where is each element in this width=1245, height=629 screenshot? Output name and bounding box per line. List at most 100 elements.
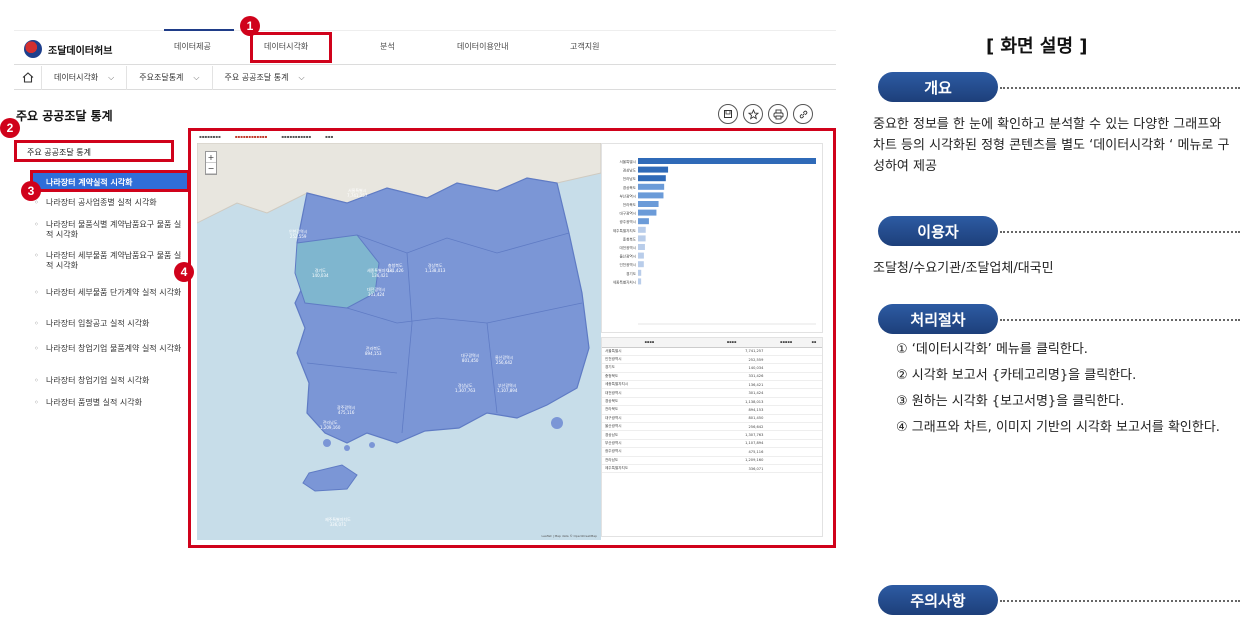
bar[interactable] [638,235,646,242]
section-pill-caution: 주의사항 [878,585,998,615]
breadcrumb-item-public-stats[interactable]: 주요 공공조달 통계 ⌵ [213,66,317,90]
bar-category-label: 경기도 [626,271,637,276]
bar[interactable] [638,252,644,259]
table-row: 광주광역시 475,116 [602,447,822,457]
table-cell [766,355,807,365]
bar[interactable] [638,261,644,268]
bar[interactable] [638,175,666,182]
bar[interactable] [638,183,665,190]
bar-category-label: 전라북도 [623,202,637,207]
bar[interactable] [638,158,816,164]
korea-map-shape [197,143,601,540]
step-marker-1: 1 [240,16,260,36]
bar-chart-panel: 서울특별시 경상남도 전라남도 경상북도 부산광역시 전라북도 대구광역시 광주광역시 제주특별… [601,143,823,333]
bookmark-icon[interactable] [718,104,738,124]
table-cell [766,422,807,432]
nav-accent-line [164,29,234,31]
link-icon[interactable] [793,104,813,124]
report-tab[interactable]: ▪▪▪▪▪▪▪▪ [199,134,221,139]
breadcrumb-item-major-stats[interactable]: 주요조달통계 ⌵ [127,65,213,90]
overview-text: 중요한 정보를 한 눈에 확인하고 분석할 수 있는 다양한 그래프와 차트 등… [873,117,1230,174]
sidebar-header[interactable]: 주요 공공조달 통계 [14,140,174,162]
chevron-down-icon: ⌵ [298,72,305,82]
bar[interactable] [638,218,649,225]
table-cell: 801,450 [697,414,767,424]
table-cell: 7,741,257 [697,347,767,356]
table-cell: 울산광역시 [602,422,697,432]
nav-item-data-provision[interactable]: 데이터제공 [174,41,211,52]
description-panel: [ 화면 설명 ] 개요 중요한 정보를 한 눈에 확인하고 분석할 수 있는 … [860,0,1245,629]
breadcrumb-item-visualization[interactable]: 데이터시각화 ⌵ [42,65,128,90]
bar-category-label: 인천광역시 [619,262,636,267]
table-cell: 대구광역시 [602,414,697,424]
bar[interactable] [638,278,642,285]
sidebar-item-startup[interactable]: 나라장터 창업기업 실적 시각화 [32,376,149,386]
print-icon[interactable] [768,104,788,124]
table-cell: 전라북도 [602,405,697,415]
data-table-panel: ▪▪▪▪ ▪▪▪▪ ▪▪▪▪▪ ▪▪ 서울특별시 7,741,257 인천광역시 25… [601,337,823,537]
report-tab[interactable]: ▪▪▪▪▪▪▪▪▪▪▪ [281,134,311,139]
map-region-label: 대전광역시 301,424 [367,287,386,297]
table-cell [766,414,807,424]
bar[interactable] [638,269,642,276]
sidebar-item-active[interactable]: 나라장터 계약실적 시각화 [30,170,190,192]
table-cell [766,447,807,457]
table-cell [806,397,822,407]
table-cell: 1,307,763 [697,430,767,440]
home-icon[interactable] [14,65,42,90]
procedure-step: ① ‘데이터시각화’ 메뉴를 클릭한다. [896,342,1088,357]
sidebar-item-unit-price-contract[interactable]: 나라장터 세부물품 단가계약 실적 시각화 [32,288,181,298]
step-marker-2: 2 [0,118,20,138]
map-region-label: 경상북도 1,138,013 [425,263,446,273]
map-attribution: Leaflet | Map data © OpenStreetMap [541,534,597,538]
map-region-label: 제주특별자치도 336,071 [325,517,351,527]
section-pill-procedure: 처리절차 [878,304,998,334]
region-map[interactable]: + − 서울특별시 7,741,257 인천광역시 252,559 경기도 140,034… [197,143,601,540]
nav-item-usage-guide[interactable]: 데이터이용안내 [457,41,509,52]
table-cell [766,380,807,390]
page-tools [718,104,813,124]
sidebar-item-item-name[interactable]: 나라장터 품명별 실적 시각화 [32,398,142,408]
zoom-out-button[interactable]: − [206,163,216,174]
report-tab[interactable]: ▪▪▪▪▪▪▪▪▪▪▪▪ [235,134,268,139]
bar-category-label: 경상북도 [623,185,637,190]
table-cell [766,430,807,440]
procedure-step: ④ 그래프와 차트, 이미지 기반의 시각화 보고서를 확인한다. [896,420,1220,435]
step-marker-3: 3 [21,181,41,201]
table-row: 제주특별자치도 336,071 [602,464,822,474]
table-cell [806,405,822,415]
procedure-step: ② 시각화 보고서 {카테고리명}을 클릭한다. [896,368,1137,383]
bar[interactable] [638,244,645,250]
bar[interactable] [638,192,664,199]
bar[interactable] [638,226,646,233]
chevron-down-icon: ⌵ [193,72,200,82]
bar[interactable] [638,166,669,173]
site-logo[interactable]: 조달데이터허브 [24,40,112,58]
sidebar-item-bid-notice[interactable]: 나라장터 입찰공고 실적 시각화 [32,319,149,329]
sidebar-item-startup-goods[interactable]: 나라장터 창업기업 물품계약 실적 시각화 [32,344,181,354]
logo-emblem-icon [24,40,42,58]
table-cell: 서울특별시 [602,347,697,356]
table-cell: 충청북도 [602,372,697,382]
bar[interactable] [638,201,659,207]
nav-item-analysis[interactable]: 분석 [380,41,395,52]
bar[interactable] [638,209,657,216]
table-header-cell: ▪▪ [806,338,822,348]
sidebar-item-construction[interactable]: 나라장터 공사업종별 실적 시각화 [32,198,157,208]
zoom-in-button[interactable]: + [206,152,216,163]
report-tab[interactable]: ▪▪▪ [325,134,333,139]
table-row: 부산광역시 1,107,894 [602,439,822,449]
table-cell: 경상북도 [602,397,697,407]
bar-category-label: 대전광역시 [619,245,636,250]
sidebar-item-goods-identification[interactable]: 나라장터 물품식별 계약납품요구 물품 실적 시각화 [32,220,182,240]
table-cell: 140,034 [697,363,767,373]
table-row: 세종특별자치시 136,421 [602,380,822,390]
table-cell: 252,559 [697,355,767,365]
nav-item-customer-support[interactable]: 고객지원 [570,41,599,52]
sidebar-item-detailed-goods[interactable]: 나라장터 세부물품 계약납품요구 물품 실적 시각화 [32,251,182,271]
map-region-label: 광주광역시 475,116 [337,405,356,415]
star-icon[interactable] [743,104,763,124]
bar-category-label: 부산광역시 [619,193,636,198]
table-row: 충청북도 331,426 [602,372,822,382]
table-cell: 331,426 [697,372,767,382]
